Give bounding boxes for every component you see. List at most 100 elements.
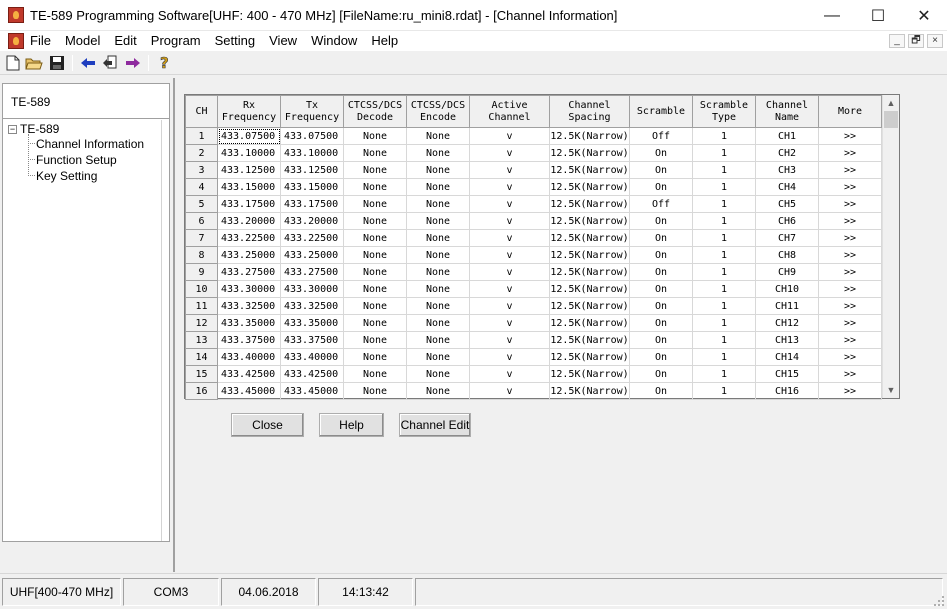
minimize-button[interactable]: — (809, 0, 855, 31)
cell-rx-frequency[interactable]: 433.32500 (217, 297, 281, 315)
document-icon[interactable] (8, 33, 24, 49)
table-row[interactable]: 12 433.35000 433.35000 None None v 12.5K(Narro… (185, 314, 882, 332)
cell-ch[interactable]: 2 (185, 144, 218, 162)
close-button[interactable]: Close (231, 413, 304, 437)
cell-encode[interactable]: None (406, 178, 470, 196)
cell-decode[interactable]: None (343, 212, 407, 230)
cell-decode[interactable]: None (343, 144, 407, 162)
cell-scramble-type[interactable]: 1 (692, 229, 756, 247)
cell-tx-frequency[interactable]: 433.40000 (280, 348, 344, 366)
cell-encode[interactable]: None (406, 229, 470, 247)
cell-name[interactable]: CH2 (755, 144, 819, 162)
header-active-channel[interactable]: Active Channel (469, 95, 550, 128)
cell-rx-frequency[interactable]: 433.40000 (217, 348, 281, 366)
cell-name[interactable]: CH8 (755, 246, 819, 264)
new-file-icon[interactable] (4, 54, 22, 72)
cell-ch[interactable]: 3 (185, 161, 218, 179)
cell-name[interactable]: CH4 (755, 178, 819, 196)
cell-spacing[interactable]: 12.5K(Narrow) (549, 195, 630, 213)
cell-decode[interactable]: None (343, 263, 407, 281)
cell-more-button[interactable]: >> (818, 314, 882, 332)
cell-tx-frequency[interactable]: 433.37500 (280, 331, 344, 349)
header-channel-name[interactable]: Channel Name (755, 95, 819, 128)
cell-ch[interactable]: 6 (185, 212, 218, 230)
cell-tx-frequency[interactable]: 433.20000 (280, 212, 344, 230)
cell-name[interactable]: CH10 (755, 280, 819, 298)
cell-rx-frequency[interactable]: 433.45000 (217, 382, 281, 400)
cell-rx-frequency[interactable]: 433.22500 (217, 229, 281, 247)
table-row[interactable]: 9 433.27500 433.27500 None None v 12.5K(Narrow… (185, 263, 882, 281)
cell-scramble[interactable]: On (629, 263, 693, 281)
cell-scramble-type[interactable]: 1 (692, 161, 756, 179)
cell-scramble-type[interactable]: 1 (692, 263, 756, 281)
header-ctcss-decode[interactable]: CTCSS/DCS Decode (343, 95, 407, 128)
cell-ch[interactable]: 14 (185, 348, 218, 366)
cell-scramble-type[interactable]: 1 (692, 382, 756, 400)
header-channel-spacing[interactable]: Channel Spacing (549, 95, 630, 128)
table-row[interactable]: 4 433.15000 433.15000 None None v 12.5K(Narrow… (185, 178, 882, 196)
cell-scramble[interactable]: On (629, 314, 693, 332)
cell-name[interactable]: CH9 (755, 263, 819, 281)
cell-tx-frequency[interactable]: 433.35000 (280, 314, 344, 332)
cell-tx-frequency[interactable]: 433.32500 (280, 297, 344, 315)
cell-spacing[interactable]: 12.5K(Narrow) (549, 161, 630, 179)
close-window-button[interactable]: ✕ (901, 0, 947, 31)
cell-spacing[interactable]: 12.5K(Narrow) (549, 212, 630, 230)
cell-decode[interactable]: None (343, 280, 407, 298)
cell-tx-frequency[interactable]: 433.10000 (280, 144, 344, 162)
header-scramble[interactable]: Scramble (629, 95, 693, 128)
app-icon[interactable] (8, 7, 24, 23)
cell-decode[interactable]: None (343, 382, 407, 400)
cell-more-button[interactable]: >> (818, 212, 882, 230)
cell-encode[interactable]: None (406, 263, 470, 281)
cell-name[interactable]: CH3 (755, 161, 819, 179)
panel-splitter[interactable] (173, 78, 175, 572)
cell-name[interactable]: CH5 (755, 195, 819, 213)
table-row[interactable]: 5 433.17500 433.17500 None None v 12.5K(Narrow… (185, 195, 882, 213)
menu-setting[interactable]: Setting (215, 33, 255, 48)
menu-view[interactable]: View (269, 33, 297, 48)
cell-rx-frequency[interactable]: 433.27500 (217, 263, 281, 281)
cell-active[interactable]: v (469, 280, 550, 298)
cell-decode[interactable]: None (343, 178, 407, 196)
tree-item-function-setup[interactable]: Function Setup (36, 153, 117, 167)
cell-more-button[interactable]: >> (818, 144, 882, 162)
cell-encode[interactable]: None (406, 331, 470, 349)
cell-active[interactable]: v (469, 229, 550, 247)
cell-more-button[interactable]: >> (818, 229, 882, 247)
cell-name[interactable]: CH12 (755, 314, 819, 332)
cell-spacing[interactable]: 12.5K(Narrow) (549, 365, 630, 383)
cell-scramble[interactable]: On (629, 348, 693, 366)
cell-ch[interactable]: 1 (185, 127, 218, 145)
cell-name[interactable]: CH13 (755, 331, 819, 349)
cell-tx-frequency[interactable]: 433.27500 (280, 263, 344, 281)
cell-spacing[interactable]: 12.5K(Narrow) (549, 246, 630, 264)
cell-ch[interactable]: 16 (185, 382, 218, 400)
cell-tx-frequency[interactable]: 433.22500 (280, 229, 344, 247)
cell-decode[interactable]: None (343, 314, 407, 332)
write-to-radio-icon[interactable] (124, 54, 142, 72)
header-rx-frequency[interactable]: Rx Frequency (217, 95, 281, 128)
table-row[interactable]: 3 433.12500 433.12500 None None v 12.5K(Narrow… (185, 161, 882, 179)
cell-more-button[interactable]: >> (818, 195, 882, 213)
cell-ch[interactable]: 11 (185, 297, 218, 315)
cell-scramble[interactable]: On (629, 382, 693, 400)
cell-encode[interactable]: None (406, 144, 470, 162)
cell-active[interactable]: v (469, 212, 550, 230)
header-more[interactable]: More (818, 95, 882, 128)
cell-scramble[interactable]: On (629, 144, 693, 162)
resize-grip-icon[interactable] (933, 595, 945, 607)
cell-active[interactable]: v (469, 144, 550, 162)
cell-more-button[interactable]: >> (818, 280, 882, 298)
scroll-up-icon[interactable]: ▲ (883, 95, 899, 111)
cell-decode[interactable]: None (343, 246, 407, 264)
menu-window[interactable]: Window (311, 33, 357, 48)
cell-encode[interactable]: None (406, 127, 470, 145)
cell-more-button[interactable]: >> (818, 297, 882, 315)
cell-scramble[interactable]: On (629, 280, 693, 298)
cell-scramble-type[interactable]: 1 (692, 212, 756, 230)
table-row[interactable]: 16 433.45000 433.45000 None None v 12.5K(Narro… (185, 382, 882, 400)
cell-ch[interactable]: 15 (185, 365, 218, 383)
table-row[interactable]: 2 433.10000 433.10000 None None v 12.5K(Narrow… (185, 144, 882, 162)
cell-spacing[interactable]: 12.5K(Narrow) (549, 382, 630, 400)
